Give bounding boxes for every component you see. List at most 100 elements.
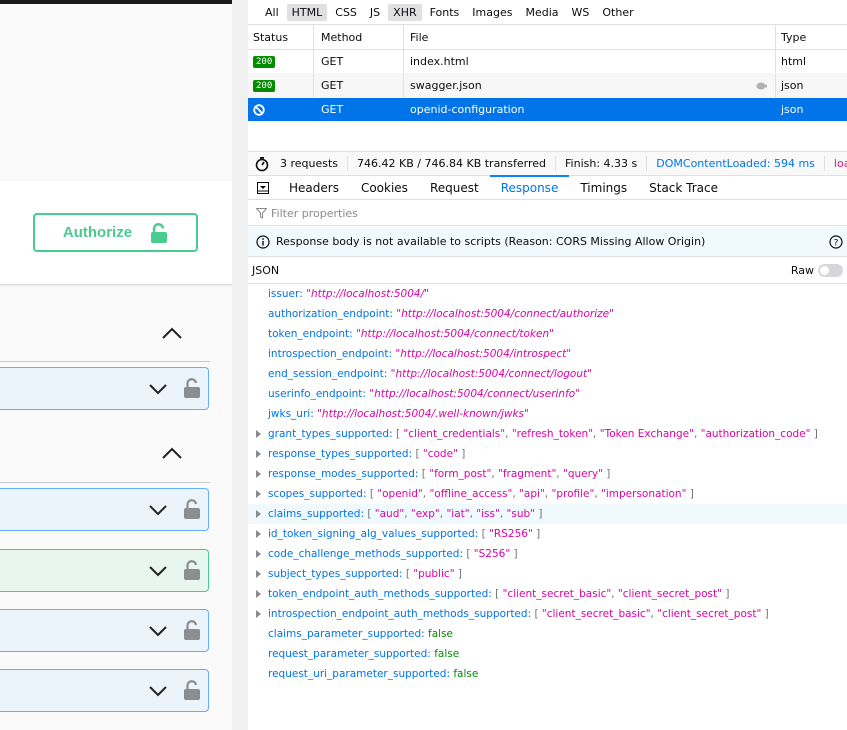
- tab-request[interactable]: Request: [419, 176, 490, 200]
- expand-arrow-icon[interactable]: [256, 450, 261, 458]
- operation-block-post[interactable]: [0, 549, 209, 592]
- filter-fonts[interactable]: Fonts: [425, 4, 465, 21]
- json-string-value: "http://localhost:5004/connect/logout": [390, 368, 592, 380]
- tab-headers[interactable]: Headers: [278, 176, 350, 200]
- expand-arrow-icon[interactable]: [256, 430, 261, 438]
- slow-turtle-icon: [756, 82, 767, 90]
- request-row[interactable]: 200 GET index.html html: [248, 50, 847, 74]
- json-string-value: "http://localhost:5004/connect/userinfo": [369, 388, 581, 400]
- type-cell: html: [781, 55, 807, 68]
- chevron-down-icon[interactable]: [148, 685, 168, 697]
- column-header-method[interactable]: Method: [314, 25, 404, 49]
- tab-stack-trace[interactable]: Stack Trace: [638, 176, 729, 200]
- help-icon[interactable]: ?: [829, 235, 843, 249]
- request-row[interactable]: GET openid-configuration json: [248, 98, 847, 122]
- unlock-icon[interactable]: [184, 560, 200, 580]
- json-row[interactable]: claims_supported: [ " aud ", " exp ", " iat ",…: [248, 504, 847, 524]
- panel-toggle-icon: [257, 181, 269, 194]
- filter-properties-input[interactable]: Filter properties: [248, 201, 847, 226]
- unlock-icon[interactable]: [184, 620, 200, 640]
- request-row[interactable]: 200 GET swagger.json json: [248, 74, 847, 98]
- json-row[interactable]: grant_types_supported: [ " client_credent…: [248, 424, 847, 444]
- filter-ws[interactable]: WS: [567, 4, 595, 21]
- chevron-down-icon[interactable]: [148, 625, 168, 637]
- unlock-icon[interactable]: [184, 499, 200, 519]
- json-colon: :: [389, 308, 397, 320]
- json-key: claims_parameter_supported: [268, 628, 422, 640]
- operation-block[interactable]: [0, 488, 209, 531]
- chevron-up-icon[interactable]: [161, 446, 183, 460]
- json-array-item: form_post: [434, 468, 487, 480]
- expand-arrow-icon[interactable]: [256, 470, 261, 478]
- operation-block[interactable]: [0, 609, 209, 652]
- unlock-icon[interactable]: [184, 378, 200, 398]
- json-key: request_uri_parameter_supported: [268, 668, 447, 680]
- authorize-button[interactable]: Authorize: [33, 213, 198, 252]
- column-header-status[interactable]: Status: [248, 25, 314, 49]
- expand-arrow-icon[interactable]: [256, 490, 261, 498]
- raw-toggle[interactable]: Raw: [791, 264, 843, 277]
- expand-arrow-icon[interactable]: [256, 530, 261, 538]
- json-comma: ,: [544, 488, 552, 500]
- expand-arrow-icon[interactable]: [256, 610, 261, 618]
- expand-arrow-icon[interactable]: [256, 510, 261, 518]
- expand-arrow-icon[interactable]: [256, 570, 261, 578]
- chevron-down-icon[interactable]: [148, 565, 168, 577]
- blocked-icon: [253, 103, 265, 116]
- json-array-item: offline_access: [434, 488, 508, 500]
- json-row[interactable]: response_modes_supported: [ " form_post ",…: [248, 464, 847, 484]
- json-colon: :: [362, 488, 370, 500]
- json-row[interactable]: response_types_supported: [ " code " ]: [248, 444, 847, 464]
- raw-switch[interactable]: [818, 264, 843, 277]
- json-key: subject_types_supported: [268, 568, 399, 580]
- operation-block[interactable]: [0, 367, 209, 410]
- json-array-item: public: [418, 568, 450, 580]
- method-cell: GET: [314, 74, 404, 97]
- json-comma: ,: [491, 468, 499, 480]
- json-row[interactable]: token_endpoint_auth_methods_supported: […: [248, 584, 847, 604]
- json-comma: ,: [556, 468, 563, 480]
- json-array-item: client_secret_post: [622, 588, 718, 600]
- json-array-item: RS256: [493, 528, 528, 540]
- filter-all[interactable]: All: [260, 4, 284, 21]
- filter-images[interactable]: Images: [467, 4, 517, 21]
- tab-timings[interactable]: Timings: [569, 176, 638, 200]
- request-type-filters: All HTML CSS JS XHR Fonts Images Media WS Other: [248, 0, 847, 25]
- column-header-file[interactable]: File: [404, 25, 776, 49]
- chevron-down-icon[interactable]: [148, 383, 168, 395]
- chevron-down-icon[interactable]: [148, 504, 168, 516]
- json-key: scopes_supported: [268, 488, 363, 500]
- stopwatch-icon[interactable]: [254, 156, 270, 172]
- json-row: token_endpoint: "http://localhost:5004/c…: [248, 324, 847, 344]
- filter-media[interactable]: Media: [520, 4, 563, 21]
- column-header-type[interactable]: Type: [776, 25, 847, 49]
- file-name: openid-configuration: [410, 103, 525, 116]
- json-row[interactable]: introspection_endpoint_auth_methods_supp…: [248, 604, 847, 624]
- json-bracket: [: [367, 508, 375, 520]
- authorize-label: Authorize: [62, 224, 133, 241]
- filter-js[interactable]: JS: [365, 4, 385, 21]
- filter-other[interactable]: Other: [597, 4, 638, 21]
- json-key: introspection_endpoint_auth_methods_supp…: [268, 608, 528, 620]
- chevron-up-icon[interactable]: [161, 326, 183, 340]
- panel-splitter[interactable]: [232, 0, 248, 730]
- filter-xhr[interactable]: XHR: [388, 3, 422, 21]
- expand-arrow-icon[interactable]: [256, 550, 261, 558]
- filter-html[interactable]: HTML: [286, 3, 328, 21]
- filter-css[interactable]: CSS: [330, 4, 362, 21]
- operation-block[interactable]: [0, 669, 209, 712]
- json-colon: :: [527, 608, 535, 620]
- type-cell: json: [781, 103, 804, 116]
- toggle-sidebar-button[interactable]: [248, 176, 278, 200]
- tab-cookies[interactable]: Cookies: [350, 176, 419, 200]
- expand-arrow-icon[interactable]: [256, 590, 261, 598]
- json-row[interactable]: id_token_signing_alg_values_supported: […: [248, 524, 847, 544]
- tab-response[interactable]: Response: [489, 174, 570, 200]
- json-row[interactable]: subject_types_supported: [ " public " ]: [248, 564, 847, 584]
- json-section-header: JSON Raw: [248, 258, 847, 284]
- unlock-icon[interactable]: [184, 680, 200, 700]
- json-colon: :: [349, 328, 357, 340]
- json-row[interactable]: code_challenge_methods_supported: [ " S25…: [248, 544, 847, 564]
- json-row[interactable]: scopes_supported: [ " openid ", " offline_a…: [248, 484, 847, 504]
- tag-divider: [0, 361, 210, 362]
